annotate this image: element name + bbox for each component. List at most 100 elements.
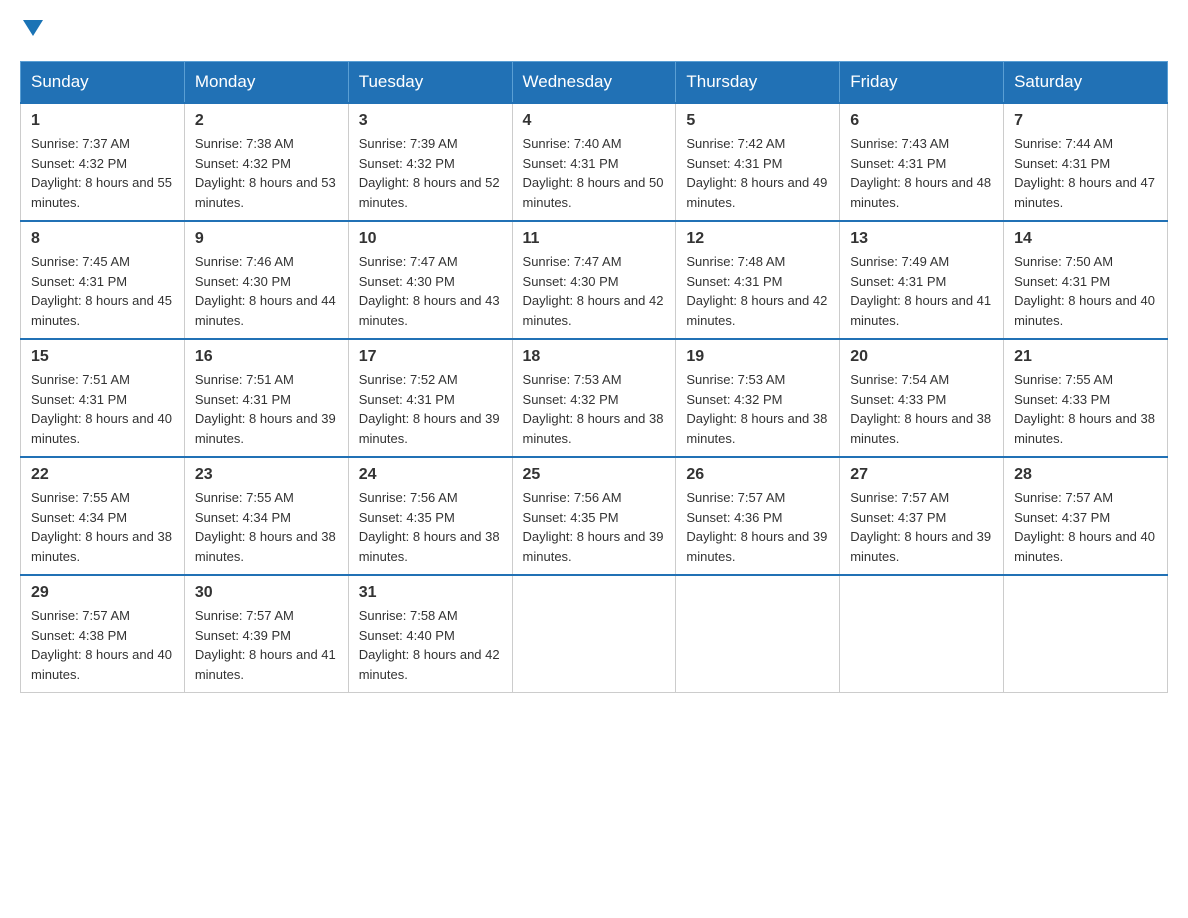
day-number: 16 (195, 348, 338, 366)
calendar-cell: 6 Sunrise: 7:43 AMSunset: 4:31 PMDayligh… (840, 103, 1004, 221)
day-number: 3 (359, 112, 502, 130)
day-number: 17 (359, 348, 502, 366)
day-info: Sunrise: 7:51 AMSunset: 4:31 PMDaylight:… (195, 370, 338, 448)
day-info: Sunrise: 7:57 AMSunset: 4:37 PMDaylight:… (850, 488, 993, 566)
day-info: Sunrise: 7:44 AMSunset: 4:31 PMDaylight:… (1014, 134, 1157, 212)
day-number: 2 (195, 112, 338, 130)
calendar-cell: 23 Sunrise: 7:55 AMSunset: 4:34 PMDaylig… (184, 457, 348, 575)
calendar-cell: 8 Sunrise: 7:45 AMSunset: 4:31 PMDayligh… (21, 221, 185, 339)
calendar-cell: 25 Sunrise: 7:56 AMSunset: 4:35 PMDaylig… (512, 457, 676, 575)
day-info: Sunrise: 7:57 AMSunset: 4:36 PMDaylight:… (686, 488, 829, 566)
calendar-cell: 1 Sunrise: 7:37 AMSunset: 4:32 PMDayligh… (21, 103, 185, 221)
logo-triangle-icon (23, 20, 43, 36)
day-info: Sunrise: 7:57 AMSunset: 4:38 PMDaylight:… (31, 606, 174, 684)
day-info: Sunrise: 7:48 AMSunset: 4:31 PMDaylight:… (686, 252, 829, 330)
calendar-cell: 4 Sunrise: 7:40 AMSunset: 4:31 PMDayligh… (512, 103, 676, 221)
calendar-cell (512, 575, 676, 693)
day-number: 22 (31, 466, 174, 484)
calendar-cell: 15 Sunrise: 7:51 AMSunset: 4:31 PMDaylig… (21, 339, 185, 457)
weekday-header-row: SundayMondayTuesdayWednesdayThursdayFrid… (21, 62, 1168, 104)
day-number: 8 (31, 230, 174, 248)
day-info: Sunrise: 7:47 AMSunset: 4:30 PMDaylight:… (523, 252, 666, 330)
day-info: Sunrise: 7:53 AMSunset: 4:32 PMDaylight:… (523, 370, 666, 448)
calendar-cell: 11 Sunrise: 7:47 AMSunset: 4:30 PMDaylig… (512, 221, 676, 339)
calendar-cell: 13 Sunrise: 7:49 AMSunset: 4:31 PMDaylig… (840, 221, 1004, 339)
calendar-table: SundayMondayTuesdayWednesdayThursdayFrid… (20, 61, 1168, 693)
day-number: 28 (1014, 466, 1157, 484)
day-number: 29 (31, 584, 174, 602)
calendar-cell: 20 Sunrise: 7:54 AMSunset: 4:33 PMDaylig… (840, 339, 1004, 457)
day-info: Sunrise: 7:42 AMSunset: 4:31 PMDaylight:… (686, 134, 829, 212)
day-number: 14 (1014, 230, 1157, 248)
calendar-cell (676, 575, 840, 693)
day-info: Sunrise: 7:53 AMSunset: 4:32 PMDaylight:… (686, 370, 829, 448)
day-info: Sunrise: 7:57 AMSunset: 4:39 PMDaylight:… (195, 606, 338, 684)
calendar-cell (1004, 575, 1168, 693)
day-info: Sunrise: 7:43 AMSunset: 4:31 PMDaylight:… (850, 134, 993, 212)
calendar-cell: 14 Sunrise: 7:50 AMSunset: 4:31 PMDaylig… (1004, 221, 1168, 339)
weekday-header-saturday: Saturday (1004, 62, 1168, 104)
calendar-cell: 7 Sunrise: 7:44 AMSunset: 4:31 PMDayligh… (1004, 103, 1168, 221)
calendar-cell: 31 Sunrise: 7:58 AMSunset: 4:40 PMDaylig… (348, 575, 512, 693)
calendar-cell: 29 Sunrise: 7:57 AMSunset: 4:38 PMDaylig… (21, 575, 185, 693)
calendar-cell: 9 Sunrise: 7:46 AMSunset: 4:30 PMDayligh… (184, 221, 348, 339)
day-info: Sunrise: 7:58 AMSunset: 4:40 PMDaylight:… (359, 606, 502, 684)
calendar-cell: 22 Sunrise: 7:55 AMSunset: 4:34 PMDaylig… (21, 457, 185, 575)
day-number: 13 (850, 230, 993, 248)
day-number: 6 (850, 112, 993, 130)
day-info: Sunrise: 7:57 AMSunset: 4:37 PMDaylight:… (1014, 488, 1157, 566)
day-number: 7 (1014, 112, 1157, 130)
calendar-cell: 30 Sunrise: 7:57 AMSunset: 4:39 PMDaylig… (184, 575, 348, 693)
day-info: Sunrise: 7:38 AMSunset: 4:32 PMDaylight:… (195, 134, 338, 212)
day-info: Sunrise: 7:50 AMSunset: 4:31 PMDaylight:… (1014, 252, 1157, 330)
calendar-cell: 26 Sunrise: 7:57 AMSunset: 4:36 PMDaylig… (676, 457, 840, 575)
day-info: Sunrise: 7:55 AMSunset: 4:33 PMDaylight:… (1014, 370, 1157, 448)
day-number: 12 (686, 230, 829, 248)
calendar-cell (840, 575, 1004, 693)
day-number: 21 (1014, 348, 1157, 366)
week-row-3: 15 Sunrise: 7:51 AMSunset: 4:31 PMDaylig… (21, 339, 1168, 457)
weekday-header-sunday: Sunday (21, 62, 185, 104)
weekday-header-tuesday: Tuesday (348, 62, 512, 104)
calendar-cell: 10 Sunrise: 7:47 AMSunset: 4:30 PMDaylig… (348, 221, 512, 339)
day-info: Sunrise: 7:49 AMSunset: 4:31 PMDaylight:… (850, 252, 993, 330)
day-info: Sunrise: 7:47 AMSunset: 4:30 PMDaylight:… (359, 252, 502, 330)
calendar-cell: 3 Sunrise: 7:39 AMSunset: 4:32 PMDayligh… (348, 103, 512, 221)
week-row-1: 1 Sunrise: 7:37 AMSunset: 4:32 PMDayligh… (21, 103, 1168, 221)
calendar-cell: 12 Sunrise: 7:48 AMSunset: 4:31 PMDaylig… (676, 221, 840, 339)
day-info: Sunrise: 7:56 AMSunset: 4:35 PMDaylight:… (359, 488, 502, 566)
calendar-cell: 27 Sunrise: 7:57 AMSunset: 4:37 PMDaylig… (840, 457, 1004, 575)
day-number: 27 (850, 466, 993, 484)
day-info: Sunrise: 7:46 AMSunset: 4:30 PMDaylight:… (195, 252, 338, 330)
calendar-cell: 24 Sunrise: 7:56 AMSunset: 4:35 PMDaylig… (348, 457, 512, 575)
calendar-cell: 17 Sunrise: 7:52 AMSunset: 4:31 PMDaylig… (348, 339, 512, 457)
day-number: 1 (31, 112, 174, 130)
week-row-2: 8 Sunrise: 7:45 AMSunset: 4:31 PMDayligh… (21, 221, 1168, 339)
day-number: 5 (686, 112, 829, 130)
day-info: Sunrise: 7:54 AMSunset: 4:33 PMDaylight:… (850, 370, 993, 448)
weekday-header-thursday: Thursday (676, 62, 840, 104)
day-number: 31 (359, 584, 502, 602)
day-info: Sunrise: 7:55 AMSunset: 4:34 PMDaylight:… (195, 488, 338, 566)
calendar-cell: 2 Sunrise: 7:38 AMSunset: 4:32 PMDayligh… (184, 103, 348, 221)
day-info: Sunrise: 7:39 AMSunset: 4:32 PMDaylight:… (359, 134, 502, 212)
logo (20, 20, 43, 41)
calendar-cell: 28 Sunrise: 7:57 AMSunset: 4:37 PMDaylig… (1004, 457, 1168, 575)
day-info: Sunrise: 7:52 AMSunset: 4:31 PMDaylight:… (359, 370, 502, 448)
day-number: 4 (523, 112, 666, 130)
day-info: Sunrise: 7:40 AMSunset: 4:31 PMDaylight:… (523, 134, 666, 212)
calendar-cell: 16 Sunrise: 7:51 AMSunset: 4:31 PMDaylig… (184, 339, 348, 457)
day-number: 24 (359, 466, 502, 484)
day-number: 11 (523, 230, 666, 248)
day-info: Sunrise: 7:55 AMSunset: 4:34 PMDaylight:… (31, 488, 174, 566)
day-number: 30 (195, 584, 338, 602)
day-number: 25 (523, 466, 666, 484)
day-info: Sunrise: 7:37 AMSunset: 4:32 PMDaylight:… (31, 134, 174, 212)
calendar-cell: 21 Sunrise: 7:55 AMSunset: 4:33 PMDaylig… (1004, 339, 1168, 457)
day-number: 18 (523, 348, 666, 366)
page-header (20, 20, 1168, 41)
week-row-4: 22 Sunrise: 7:55 AMSunset: 4:34 PMDaylig… (21, 457, 1168, 575)
day-number: 10 (359, 230, 502, 248)
day-number: 15 (31, 348, 174, 366)
day-info: Sunrise: 7:51 AMSunset: 4:31 PMDaylight:… (31, 370, 174, 448)
